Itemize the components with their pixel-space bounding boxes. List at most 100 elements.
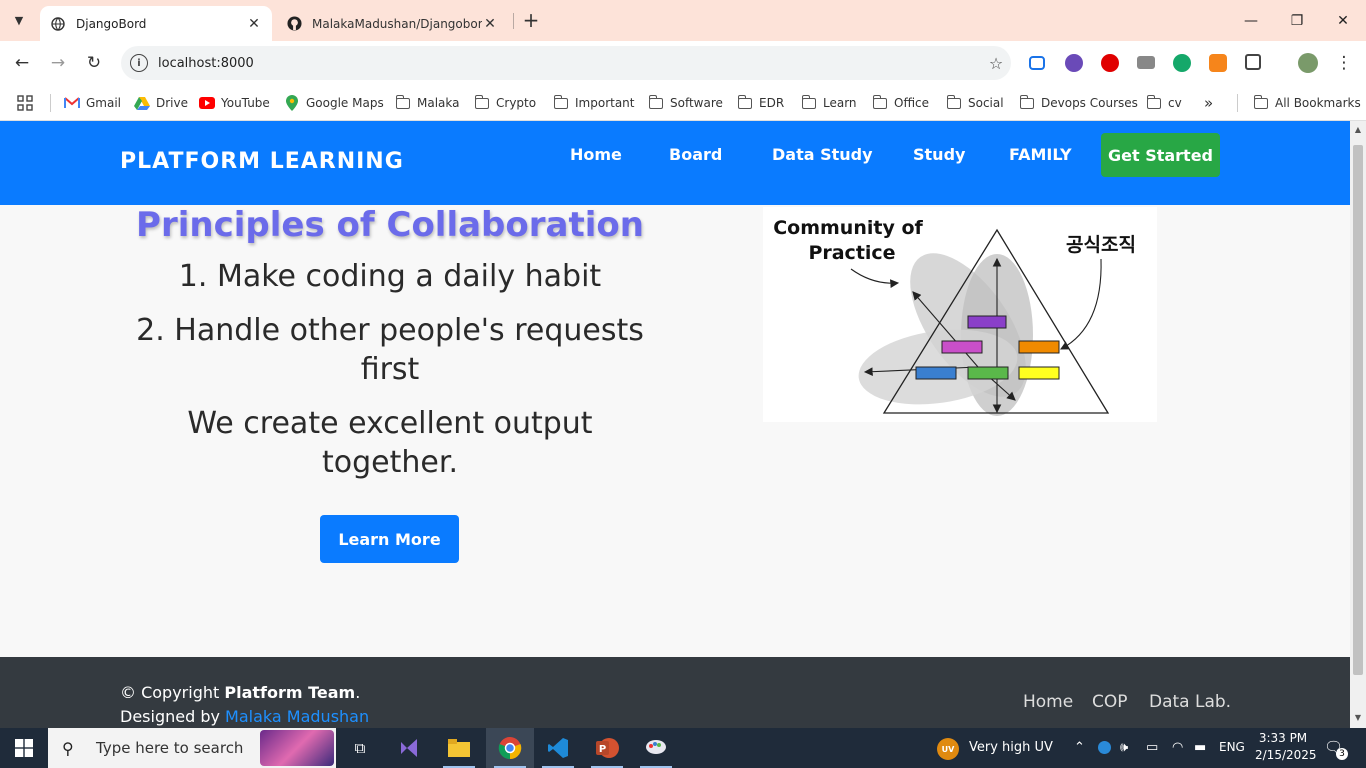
- bookmark-folder-devops[interactable]: Devops Courses: [1019, 93, 1138, 113]
- bookmark-star-icon[interactable]: ☆: [981, 54, 1011, 73]
- chrome-taskbar[interactable]: [486, 728, 534, 768]
- grammarly-icon[interactable]: [1173, 54, 1191, 72]
- bookmark-folder-office[interactable]: Office: [872, 93, 929, 113]
- close-tab-icon[interactable]: ✕: [246, 16, 262, 32]
- search-highlight-image: [260, 730, 334, 766]
- site-info-icon[interactable]: i: [130, 54, 148, 72]
- wifi-icon[interactable]: ◠: [1172, 740, 1183, 755]
- task-view-icon: ⧉: [354, 739, 366, 757]
- chrome-icon: [498, 737, 522, 760]
- bookmark-folder-malaka[interactable]: Malaka: [395, 93, 460, 113]
- all-bookmarks-button[interactable]: All Bookmarks: [1253, 93, 1361, 113]
- chevron-up-icon[interactable]: ⌃: [1074, 740, 1085, 755]
- tab-github[interactable]: MalakaMadushan/Djangobord: ✕: [276, 6, 508, 41]
- bookmark-google-maps[interactable]: Google Maps: [284, 93, 384, 113]
- scroll-down-icon[interactable]: ▼: [1350, 713, 1366, 722]
- bookmark-gmail[interactable]: Gmail: [64, 93, 121, 113]
- paint-taskbar[interactable]: [632, 728, 680, 768]
- extension-red-icon[interactable]: [1101, 54, 1119, 72]
- visual-studio-taskbar[interactable]: [386, 728, 434, 768]
- bookmark-folder-social[interactable]: Social: [946, 93, 1004, 113]
- weather-text[interactable]: Very high UV: [969, 740, 1053, 755]
- vscode-taskbar[interactable]: [534, 728, 582, 768]
- learn-more-button[interactable]: Learn More: [320, 515, 459, 563]
- bookmark-youtube[interactable]: YouTube: [199, 93, 270, 113]
- taskbar-search-box[interactable]: ⚲ Type here to search: [48, 728, 336, 768]
- author-link[interactable]: Malaka Madushan: [225, 707, 369, 726]
- clock-time[interactable]: 3:33 PM: [1255, 731, 1311, 745]
- principle-2-line-1: 2. Handle other people's requests: [136, 313, 644, 348]
- file-explorer-taskbar[interactable]: [435, 728, 483, 768]
- bookmark-folder-important[interactable]: Important: [553, 93, 635, 113]
- minimize-button[interactable]: —: [1228, 0, 1274, 41]
- bookmark-drive[interactable]: Drive: [134, 93, 188, 113]
- metamask-icon[interactable]: [1209, 54, 1227, 72]
- nav-data-study[interactable]: Data Study: [772, 145, 873, 164]
- bookmark-folder-crypto[interactable]: Crypto: [474, 93, 536, 113]
- url-text: localhost:8000: [158, 55, 254, 71]
- chevron-down-icon: ▼: [14, 13, 24, 27]
- camera-icon[interactable]: [1137, 56, 1155, 69]
- grammarly-tray-icon[interactable]: [1098, 741, 1111, 754]
- language-indicator[interactable]: ENG: [1219, 740, 1245, 754]
- powerpoint-taskbar[interactable]: P: [583, 728, 631, 768]
- arrow-left-icon: ←: [14, 53, 30, 73]
- meet-now-icon[interactable]: ▭: [1146, 740, 1158, 755]
- forward-button[interactable]: →: [44, 49, 72, 77]
- menu-kebab-icon[interactable]: ⋮: [1330, 49, 1358, 77]
- avatar[interactable]: [1298, 53, 1318, 73]
- scrollbar-thumb[interactable]: [1353, 145, 1363, 675]
- folder-icon: [474, 94, 490, 110]
- scroll-up-icon[interactable]: ▲: [1350, 125, 1366, 134]
- uv-weather-icon[interactable]: UV: [937, 738, 959, 760]
- apps-grid-icon[interactable]: [17, 93, 33, 113]
- designed-by-label: Designed by: [120, 707, 226, 726]
- more-bookmarks-button[interactable]: »: [1204, 93, 1213, 113]
- windows-start-button[interactable]: [0, 728, 48, 768]
- bookmark-label: Learn: [823, 96, 857, 110]
- nav-study[interactable]: Study: [913, 145, 965, 164]
- battery-icon[interactable]: ▬: [1194, 740, 1206, 755]
- screen-capture-icon[interactable]: [1029, 56, 1045, 70]
- bookmark-folder-cv[interactable]: cv: [1146, 93, 1182, 113]
- bookmark-folder-learn[interactable]: Learn: [801, 93, 857, 113]
- close-tab-icon[interactable]: ✕: [482, 16, 498, 32]
- diagram-label-formal-org: 공식조직: [1066, 234, 1136, 256]
- back-button[interactable]: ←: [8, 49, 36, 77]
- new-tab-button[interactable]: +: [520, 9, 542, 31]
- vscode-icon: [548, 738, 568, 758]
- clock-date[interactable]: 2/15/2025: [1255, 748, 1317, 762]
- task-view-button[interactable]: ⧉: [336, 728, 384, 768]
- search-icon: ⚲: [62, 738, 74, 758]
- footer-link-data-lab[interactable]: Data Lab.: [1149, 692, 1231, 712]
- folder-icon: [1019, 94, 1035, 110]
- bookmark-label: Crypto: [496, 96, 537, 110]
- bookmark-label: Important: [575, 96, 635, 110]
- volume-icon[interactable]: 🕪: [1120, 740, 1128, 755]
- folder-icon: [1253, 94, 1269, 110]
- footer-link-home[interactable]: Home: [1023, 692, 1073, 712]
- nav-board[interactable]: Board: [669, 145, 722, 164]
- close-window-button[interactable]: ✕: [1320, 0, 1366, 41]
- community-of-practice-diagram: Community of Practice 공식조직: [763, 207, 1157, 422]
- bookmark-label: Drive: [156, 96, 188, 110]
- get-started-button[interactable]: Get Started: [1101, 133, 1220, 177]
- page-scrollbar[interactable]: ▲ ▼: [1350, 121, 1366, 728]
- copyright-suffix: .: [355, 683, 361, 702]
- bookmark-folder-edr[interactable]: EDR: [737, 93, 784, 113]
- tab-djangobord[interactable]: DjangoBord ✕: [40, 6, 272, 41]
- bookmark-folder-software[interactable]: Software: [648, 93, 723, 113]
- tab-search-button[interactable]: ▼: [6, 8, 32, 32]
- extension-purple-icon[interactable]: [1065, 54, 1083, 72]
- nav-family[interactable]: FAMILY: [1009, 145, 1072, 164]
- windows-taskbar: ⚲ Type here to search ⧉ P UV Very high U…: [0, 728, 1366, 768]
- nav-home[interactable]: Home: [570, 145, 622, 164]
- site-brand[interactable]: PLATFORM LEARNING: [120, 149, 404, 174]
- drive-icon: [134, 96, 150, 110]
- reload-button[interactable]: ↻: [80, 49, 108, 77]
- extensions-puzzle-icon[interactable]: [1245, 54, 1261, 70]
- restore-button[interactable]: ❐: [1274, 0, 1320, 41]
- divider: [1237, 94, 1238, 112]
- address-bar[interactable]: i localhost:8000 ☆: [121, 46, 1011, 80]
- footer-link-cop[interactable]: COP: [1092, 692, 1128, 712]
